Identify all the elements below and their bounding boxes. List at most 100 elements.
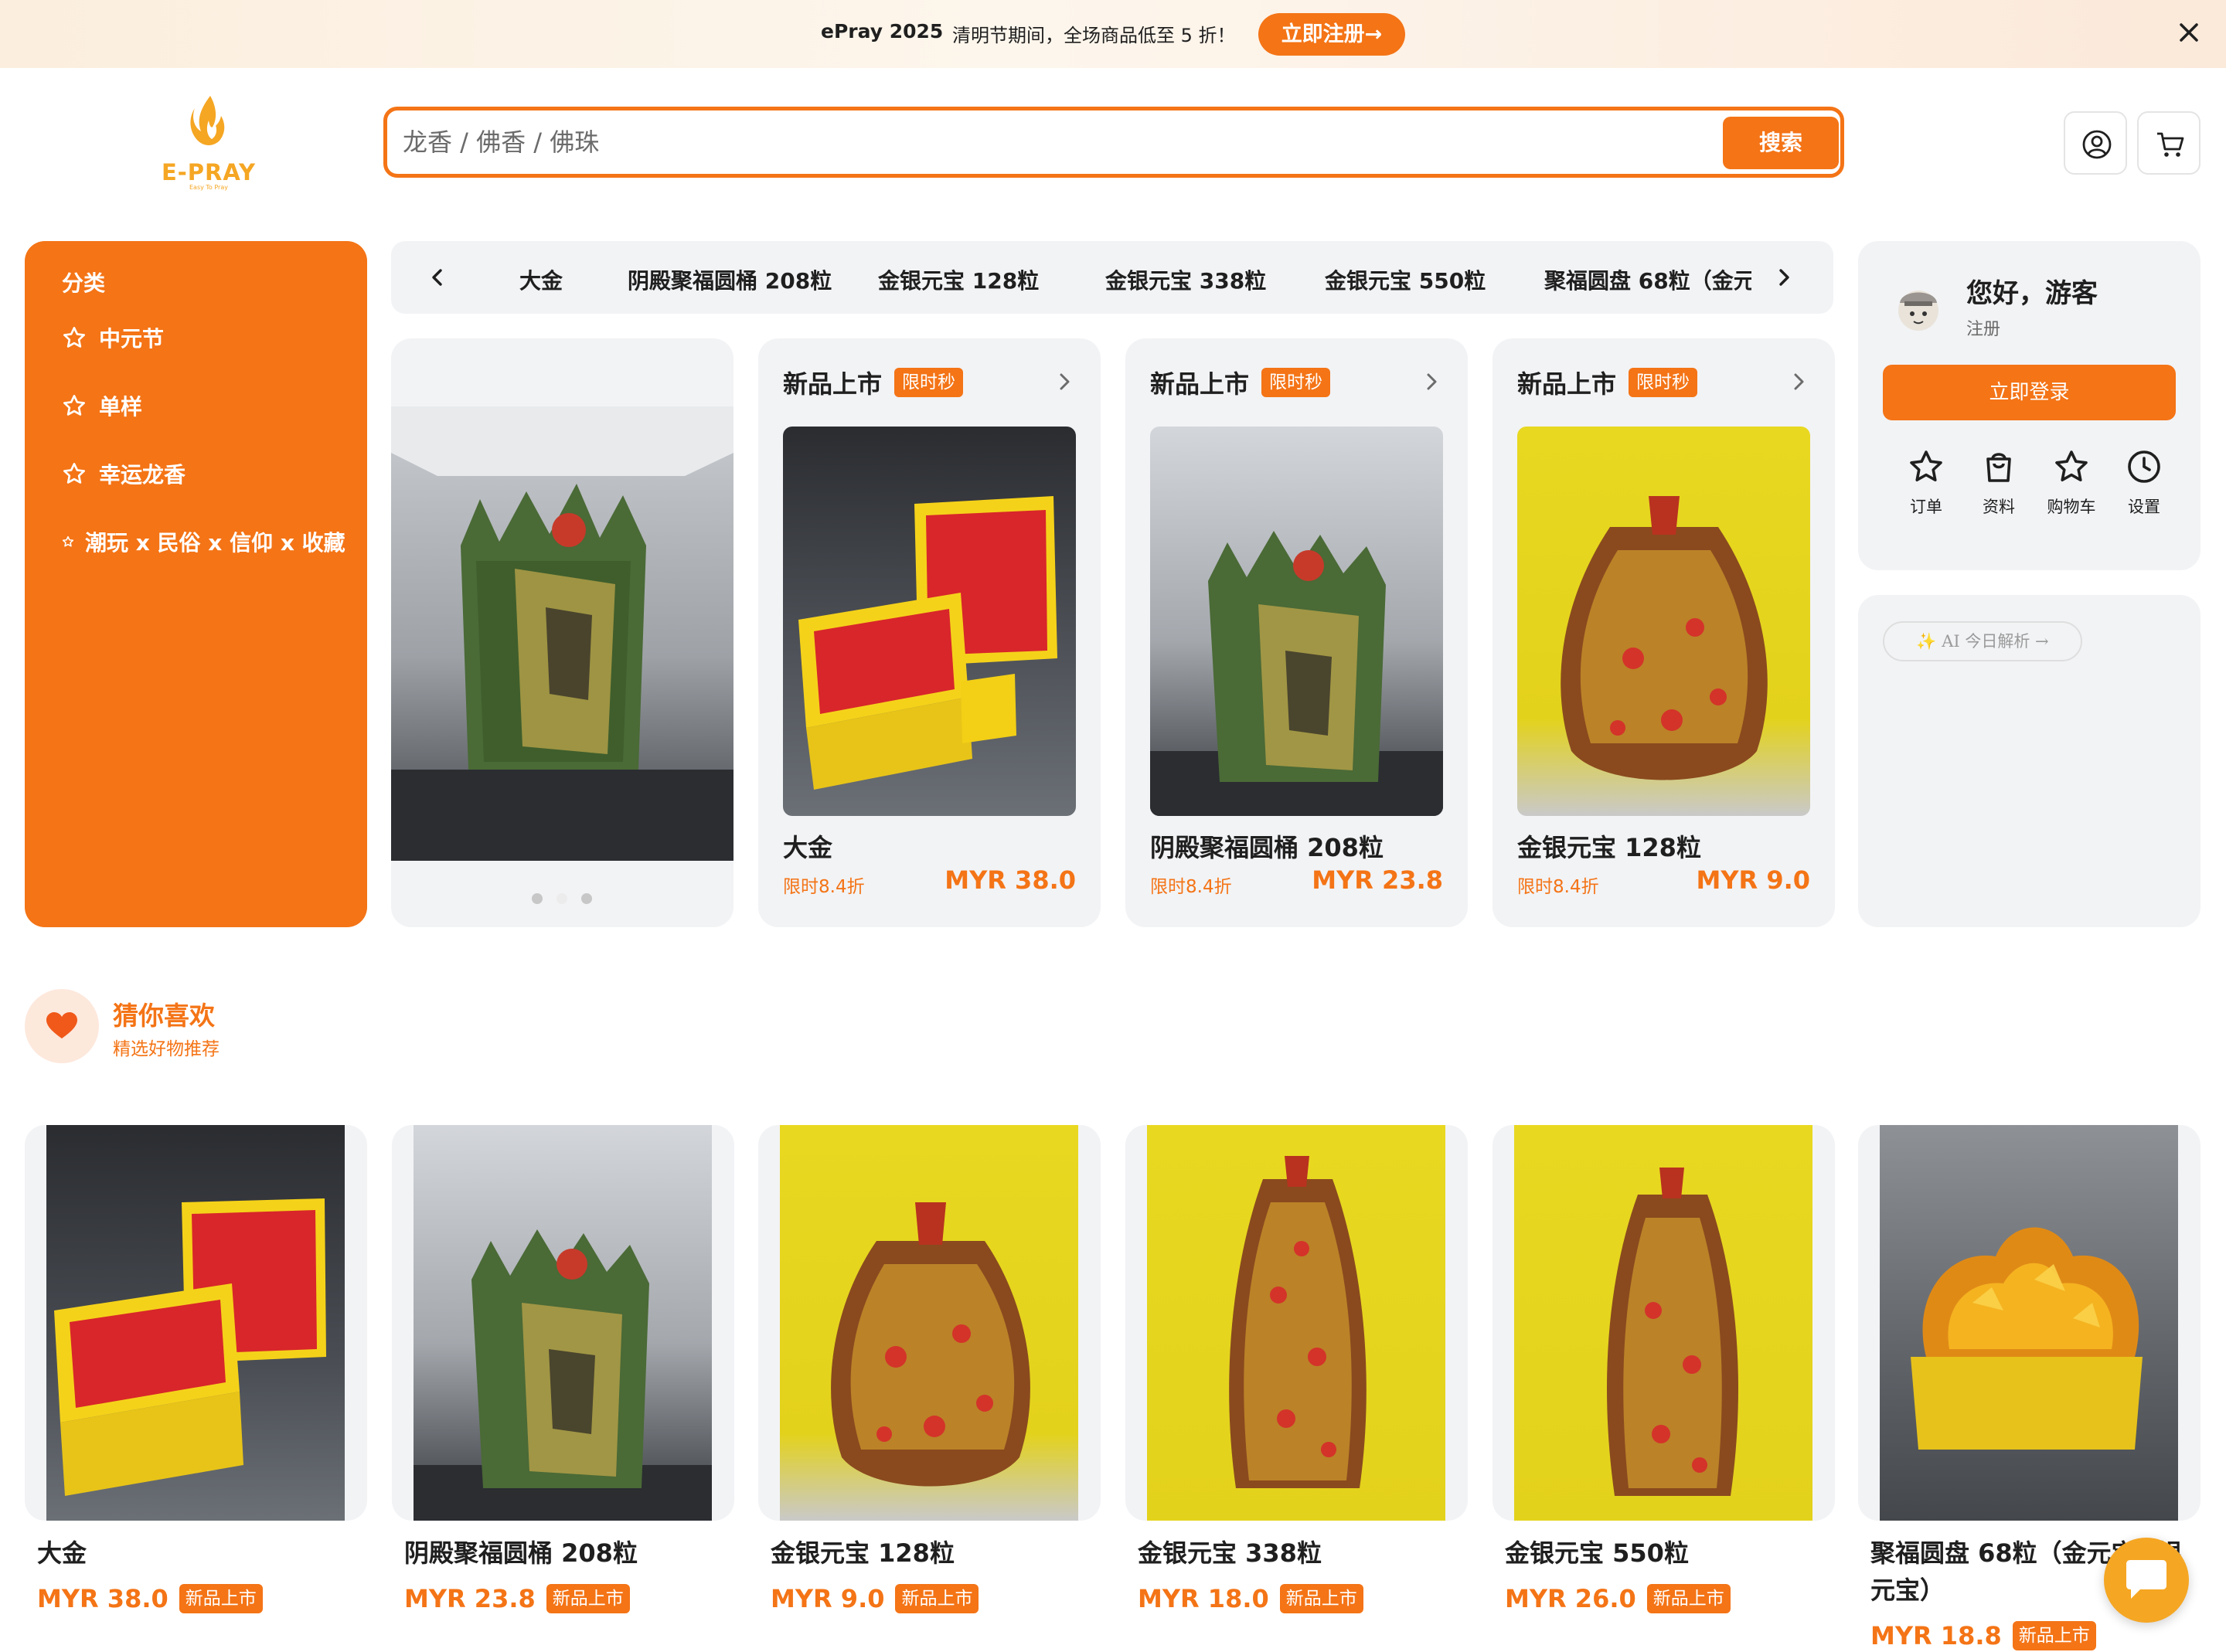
category-item-label: 幸运龙香 bbox=[99, 462, 186, 488]
promo-separator: · bbox=[934, 19, 940, 41]
product-price: MYR 23.8 bbox=[1312, 865, 1443, 895]
new-arrival-card[interactable]: 新品上市 限时秒 阴殿聚福圆桶 208粒 限时8.4折 MYR 23.8 bbox=[1125, 338, 1468, 927]
star-icon bbox=[63, 463, 85, 484]
price-row: MYR 38.0 新品上市 bbox=[37, 1584, 263, 1613]
logo[interactable]: E-PRAY Easy To Pray bbox=[155, 93, 263, 193]
new-arrival-title: 新品上市 bbox=[1517, 369, 1617, 399]
quick-link-cart[interactable]: 购物车 bbox=[2040, 448, 2102, 518]
category-title: 分类 bbox=[62, 270, 106, 296]
price-row: MYR 26.0 新品上市 bbox=[1505, 1584, 1731, 1613]
ai-panel: ✨ AI 今日解析 → bbox=[1858, 595, 2200, 927]
quick-link-label: 订单 bbox=[1910, 498, 1942, 516]
chevron-right-icon[interactable] bbox=[1419, 369, 1444, 397]
product-image bbox=[783, 427, 1076, 816]
quick-link-profile[interactable]: 资料 bbox=[1968, 448, 2030, 518]
category-item-zhongyuan[interactable]: 中元节 bbox=[62, 318, 164, 357]
discount-label: 限时8.4折 bbox=[1517, 877, 1599, 897]
heart-icon bbox=[46, 1012, 77, 1038]
promo-banner: ePray 2025 · 清明节期间，全场商品低至 5 折！ 立即注册→ bbox=[0, 0, 2226, 68]
heart-badge bbox=[25, 989, 99, 1063]
tab-item[interactable]: 金银元宝 338粒 bbox=[1105, 264, 1266, 295]
chat-button[interactable] bbox=[2104, 1538, 2189, 1623]
product-name: 大金 bbox=[37, 1538, 87, 1568]
new-arrival-title: 新品上市 bbox=[1150, 369, 1250, 399]
product-price: MYR 23.8 bbox=[404, 1584, 536, 1613]
product-price: MYR 9.0 bbox=[771, 1584, 885, 1613]
new-badge: 新品上市 bbox=[179, 1584, 263, 1613]
product-price: MYR 18.0 bbox=[1138, 1584, 1269, 1613]
new-badge: 新品上市 bbox=[2012, 1621, 2096, 1650]
price-row: MYR 23.8 新品上市 bbox=[404, 1584, 630, 1613]
product-image bbox=[1125, 1125, 1468, 1521]
carousel-dot-active[interactable] bbox=[556, 893, 567, 904]
category-item-collectibles[interactable]: 潮玩 x 民俗 x 信仰 x 收藏 bbox=[62, 522, 345, 561]
chevron-right-icon[interactable] bbox=[1786, 369, 1811, 397]
promo-brand: ePray 2025 bbox=[821, 20, 944, 42]
new-arrival-card[interactable]: 新品上市 限时秒 金银元宝 128粒 限时8.4折 MYR 9.0 bbox=[1493, 338, 1835, 927]
tab-item[interactable]: 金银元宝 128粒 bbox=[878, 264, 1039, 295]
tab-item[interactable]: 阴殿聚福圆桶 208粒 bbox=[628, 264, 832, 295]
tab-item[interactable]: 聚福圆盘 68粒（金元宝+银元宝） bbox=[1544, 264, 1751, 295]
promo-text: 清明节期间，全场商品低至 5 折！ bbox=[952, 25, 1236, 46]
new-arrival-title: 新品上市 bbox=[783, 369, 883, 399]
new-badge: 新品上市 bbox=[1279, 1584, 1363, 1613]
logo-text: E-PRAY bbox=[161, 159, 257, 185]
product-price: MYR 26.0 bbox=[1505, 1584, 1636, 1613]
promo-register-button[interactable]: 立即注册→ bbox=[1258, 13, 1405, 56]
category-item-lucky-incense[interactable]: 幸运龙香 bbox=[62, 454, 186, 493]
user-panel: 您好，游客 注册 立即登录 订单 资料 购物车 设置 bbox=[1858, 241, 2200, 570]
flash-sale-badge: 限时秒 bbox=[1629, 368, 1697, 397]
cart-button[interactable] bbox=[2137, 111, 2200, 175]
product-image bbox=[392, 1125, 734, 1521]
quick-link-settings[interactable]: 设置 bbox=[2113, 448, 2175, 518]
product-name: 金银元宝 338粒 bbox=[1138, 1538, 1322, 1568]
logo-tagline: Easy To Pray bbox=[189, 184, 228, 191]
product-name: 金银元宝 128粒 bbox=[1517, 833, 1701, 862]
chevron-right-icon[interactable] bbox=[1052, 369, 1077, 397]
user-icon bbox=[2082, 130, 2112, 159]
star-icon bbox=[1910, 450, 1942, 481]
tab-item[interactable]: 大金 bbox=[519, 264, 563, 295]
chevron-right-icon[interactable] bbox=[1768, 262, 1799, 296]
recommend-subtitle: 精选好物推荐 bbox=[113, 1039, 220, 1059]
product-image bbox=[758, 1125, 1101, 1521]
product-name: 金银元宝 550粒 bbox=[1505, 1538, 1689, 1568]
product-image bbox=[1493, 1125, 1835, 1521]
tabs-viewport: 大金 阴殿聚福圆桶 208粒 金银元宝 128粒 金银元宝 338粒 金银元宝 … bbox=[492, 241, 1751, 314]
flash-sale-badge: 限时秒 bbox=[894, 368, 963, 397]
star-icon bbox=[63, 395, 85, 416]
quick-link-orders[interactable]: 订单 bbox=[1895, 448, 1957, 518]
avatar bbox=[1889, 280, 1948, 338]
login-button[interactable]: 立即登录 bbox=[1883, 365, 2176, 420]
quick-link-label: 资料 bbox=[1983, 498, 2015, 516]
cart-icon bbox=[2157, 132, 2184, 157]
flame-logo-icon bbox=[190, 96, 225, 145]
hero-carousel[interactable] bbox=[391, 338, 733, 927]
category-item-label: 中元节 bbox=[99, 326, 165, 352]
category-item-single[interactable]: 单样 bbox=[62, 386, 142, 425]
close-icon[interactable] bbox=[2173, 17, 2204, 48]
recommend-title: 猜你喜欢 bbox=[113, 1001, 215, 1031]
product-image bbox=[1150, 427, 1443, 816]
clock-icon bbox=[2128, 450, 2160, 483]
carousel-dot[interactable] bbox=[581, 893, 592, 904]
ai-analysis-button[interactable]: ✨ AI 今日解析 → bbox=[1883, 621, 2082, 661]
chat-icon bbox=[2126, 1560, 2166, 1599]
search-button[interactable]: 搜索 bbox=[1723, 117, 1839, 169]
register-link[interactable]: 注册 bbox=[1966, 315, 2000, 340]
tab-item[interactable]: 金银元宝 550粒 bbox=[1325, 264, 1486, 295]
account-button[interactable] bbox=[2064, 111, 2127, 175]
discount-label: 限时8.4折 bbox=[1150, 877, 1232, 897]
quick-link-label: 购物车 bbox=[2047, 498, 2096, 516]
carousel-dot[interactable] bbox=[532, 893, 543, 904]
price-row: MYR 18.0 新品上市 bbox=[1138, 1584, 1363, 1613]
star-icon bbox=[62, 535, 74, 547]
search-input[interactable] bbox=[403, 123, 1639, 161]
new-arrival-card[interactable]: 新品上市 限时秒 大金 限时8.4折 MYR 38.0 bbox=[758, 338, 1101, 927]
category-item-label: 潮玩 x 民俗 x 信仰 x 收藏 bbox=[85, 530, 345, 556]
product-price: MYR 9.0 bbox=[1696, 865, 1810, 895]
chevron-left-icon[interactable] bbox=[422, 262, 453, 296]
product-name: 阴殿聚福圆桶 208粒 bbox=[404, 1538, 638, 1568]
product-image bbox=[391, 406, 733, 861]
product-price: MYR 18.8 bbox=[1870, 1621, 2002, 1650]
